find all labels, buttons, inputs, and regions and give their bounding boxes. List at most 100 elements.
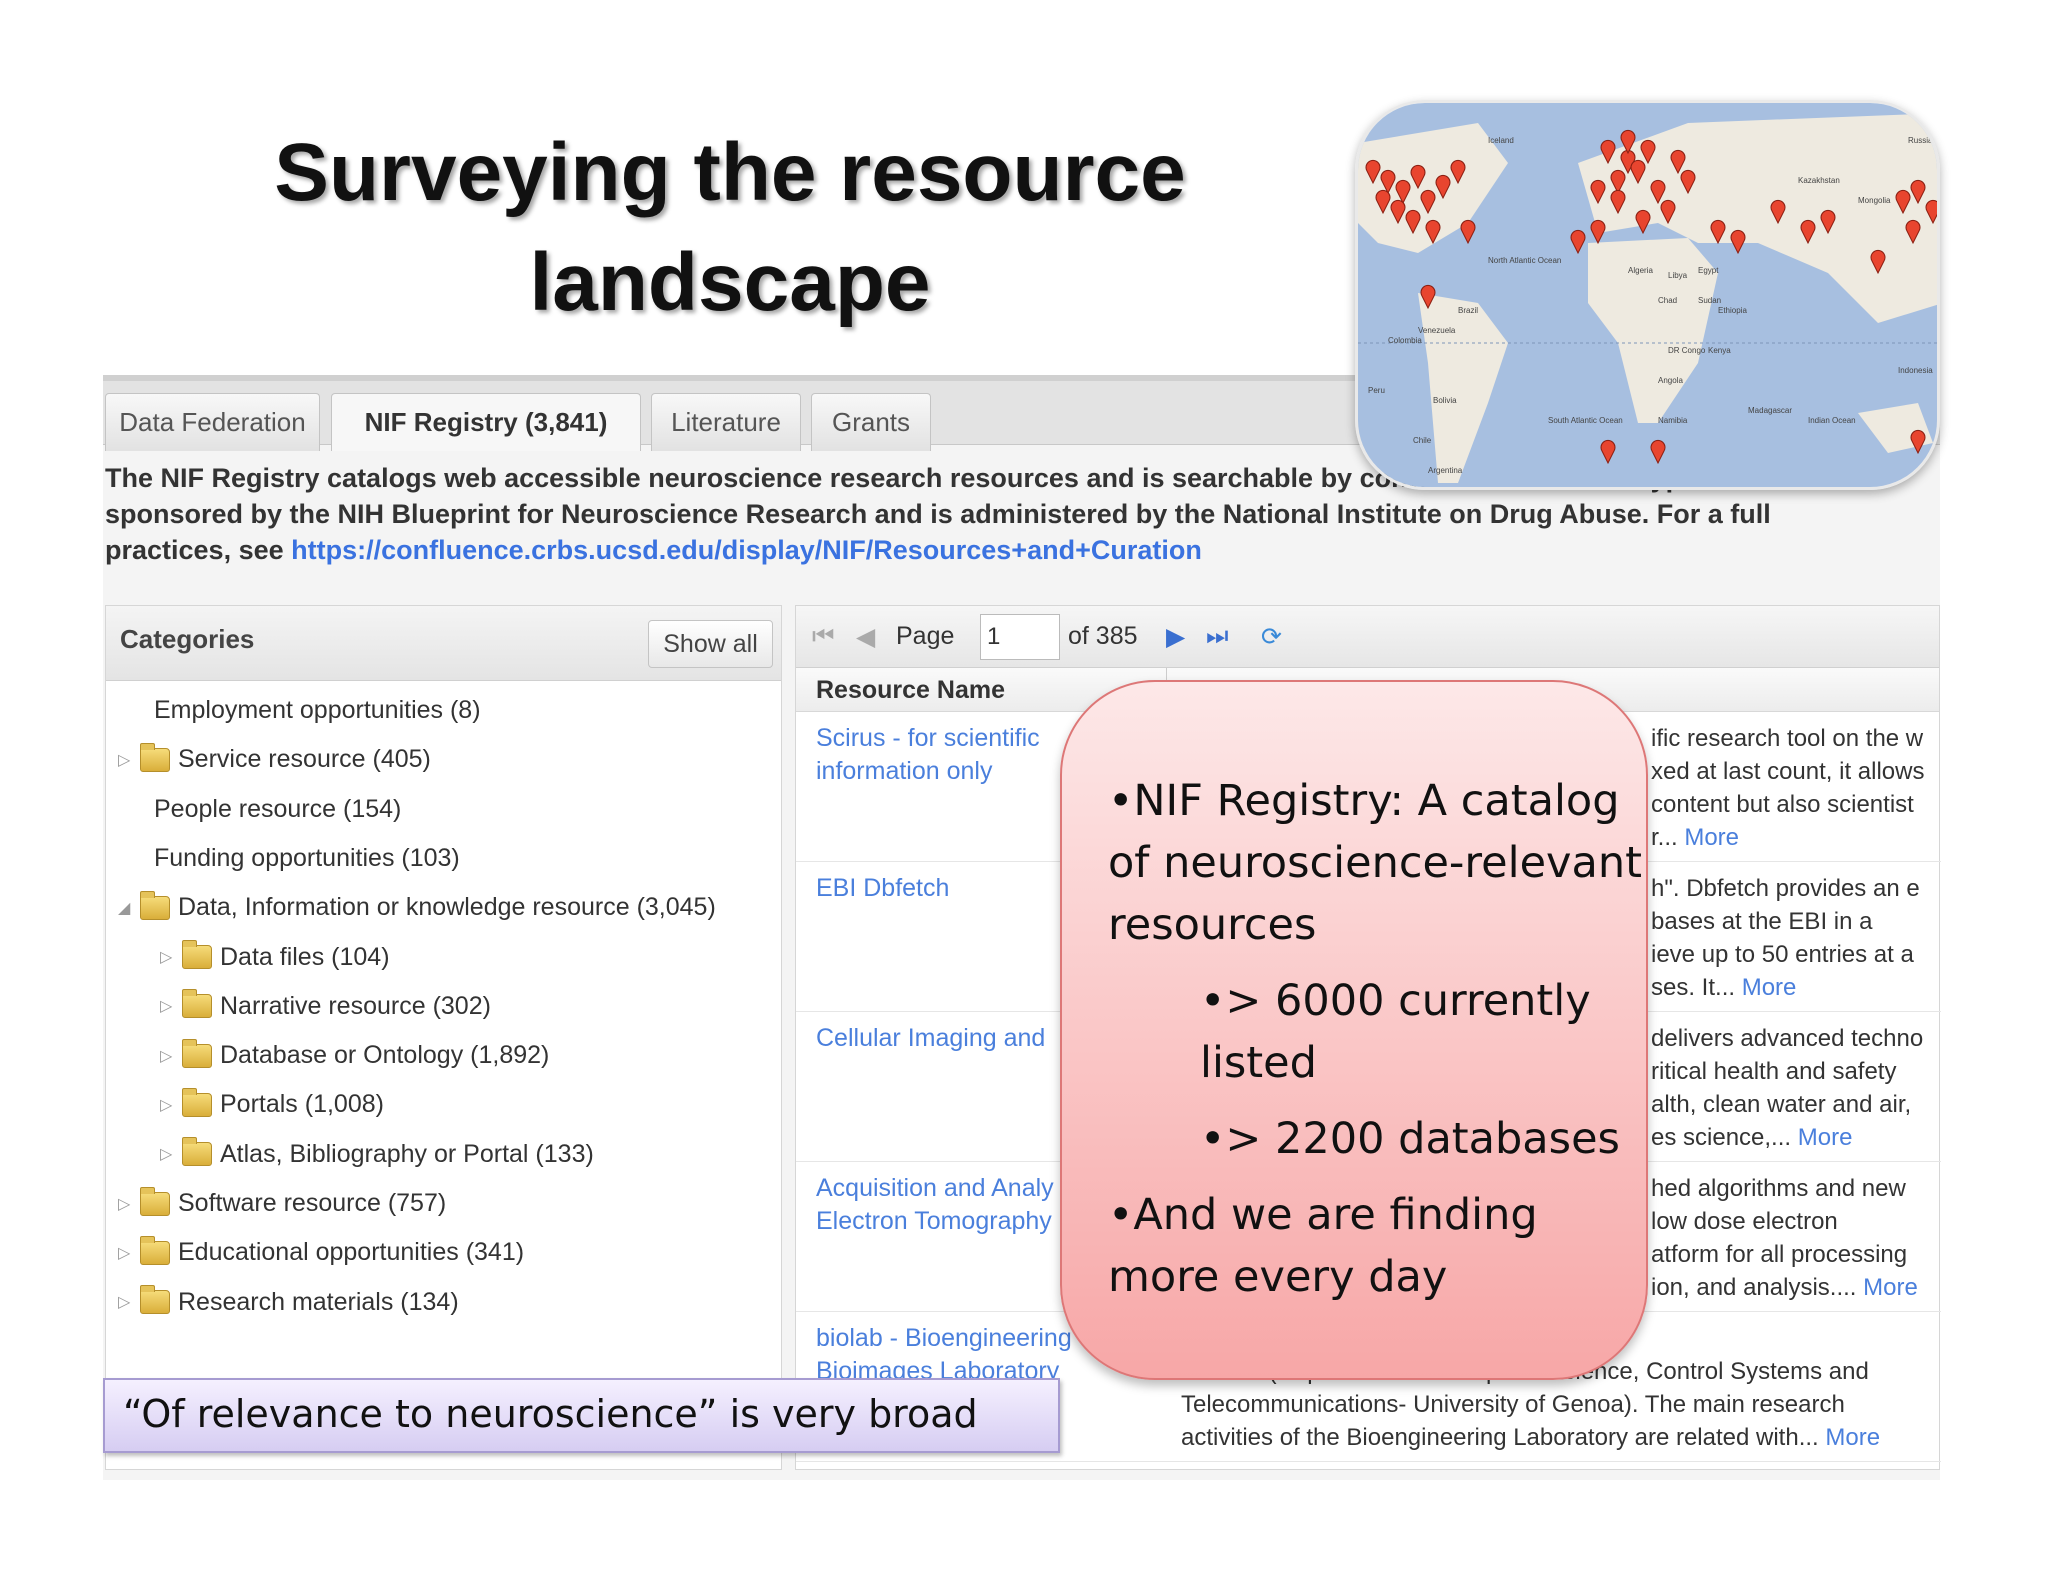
category-item[interactable]: Employment opportunities (8) <box>118 696 481 725</box>
folder-icon <box>182 940 212 969</box>
resource-location-map[interactable]: Iceland Russia Kazakhstan Mongolia North Atl… <box>1355 100 1940 490</box>
desc-line: hed algorithms and new <box>1651 1175 1906 1202</box>
desc-line: bases at the EBI in a <box>1651 908 1873 935</box>
desc-line: r... <box>1651 824 1685 851</box>
map-label: Chile <box>1413 436 1432 445</box>
expand-icon[interactable]: ▷ <box>118 750 140 770</box>
callout-subbullet: •> 6000 currently listed <box>1200 976 1591 1088</box>
desc-line: atform for all processing <box>1651 1241 1908 1268</box>
desc-line: ific research tool on the w <box>1651 725 1924 752</box>
expand-icon[interactable]: ▷ <box>160 1095 182 1115</box>
category-label: Atlas, Bibliography or Portal (133) <box>220 1139 594 1168</box>
folder-icon <box>182 989 212 1019</box>
resource-description: h". Dbfetch provides an e bases at the EB… <box>1651 872 1941 1004</box>
category-item[interactable]: ▷ Data files (104) <box>160 940 390 972</box>
category-label: Data files (104) <box>220 942 390 971</box>
tab-nif-registry[interactable]: NIF Registry (3,841) <box>331 393 641 451</box>
category-label: Narrative resource (302) <box>220 991 491 1020</box>
expand-icon[interactable]: ▷ <box>160 996 182 1016</box>
more-link[interactable]: More <box>1798 1124 1853 1151</box>
show-all-button[interactable]: Show all <box>648 620 773 668</box>
folder-icon <box>140 1285 170 1315</box>
refresh-icon[interactable]: ⟳ <box>1261 622 1282 652</box>
first-page-icon[interactable]: ⏮ <box>812 622 835 651</box>
map-label: Ethiopia <box>1718 306 1747 315</box>
page-count: of 385 <box>1068 622 1138 650</box>
more-link[interactable]: More <box>1742 974 1797 1001</box>
callout-bullet: •NIF Registry: A catalog of neuroscience… <box>1108 776 1642 950</box>
prev-page-icon[interactable]: ◀ <box>856 622 875 652</box>
category-label: Software resource (757) <box>178 1189 447 1217</box>
category-item[interactable]: ▷ Portals (1,008) <box>160 1087 384 1119</box>
map-label: Indonesia <box>1898 366 1933 375</box>
category-label: People resource (154) <box>154 794 402 823</box>
category-item[interactable]: ▷ Research materials (134) <box>118 1285 459 1317</box>
categories-header: Categories Show all <box>106 606 781 681</box>
page-label: Page <box>896 622 955 650</box>
more-link[interactable]: More <box>1684 824 1739 851</box>
expand-icon[interactable]: ▷ <box>160 947 182 967</box>
tab-data-federation[interactable]: Data Federation <box>105 393 320 451</box>
page-input[interactable]: 1 <box>980 614 1060 660</box>
pager-toolbar: ⏮ ◀ Page 1 of 385 ▶ ⏭ ⟳ <box>796 606 1939 668</box>
desc-line: ion, and analysis.... <box>1651 1274 1864 1301</box>
map-label: Egypt <box>1698 266 1719 275</box>
expand-icon[interactable]: ▷ <box>160 1144 182 1164</box>
category-label: Educational opportunities (341) <box>178 1238 525 1267</box>
map-label: Indian Ocean <box>1808 416 1856 425</box>
category-item[interactable]: Funding opportunities (103) <box>118 844 460 873</box>
folder-icon <box>140 1235 170 1265</box>
desc-line: low dose electron <box>1651 1208 1838 1235</box>
column-resource-name: Resource Name <box>816 676 1005 704</box>
more-link[interactable]: More <box>1825 1424 1880 1451</box>
category-item[interactable]: ◢ Data, Information or knowledge resource… <box>118 890 716 922</box>
relevance-banner: “Of relevance to neuroscience” is very b… <box>103 1378 1060 1453</box>
map-label: Sudan <box>1698 296 1721 305</box>
desc-line: es science,... <box>1651 1124 1798 1151</box>
map-label: DR Congo <box>1668 346 1706 355</box>
category-item[interactable]: ▷ Atlas, Bibliography or Portal (133) <box>160 1137 594 1169</box>
tab-grants[interactable]: Grants <box>811 393 931 451</box>
expand-icon[interactable]: ▷ <box>118 1292 140 1312</box>
category-label: Employment opportunities (8) <box>154 696 481 724</box>
categories-panel: Categories Show all Employment opportuni… <box>105 605 782 1470</box>
category-label: Portals (1,008) <box>220 1090 384 1119</box>
desc-line: ritical health and safety <box>1651 1058 1897 1085</box>
resource-link[interactable]: Scirus - for scientific information only <box>816 722 1076 788</box>
resource-link[interactable]: Cellular Imaging and <box>816 1022 1076 1055</box>
category-item[interactable]: ▷ Educational opportunities (341) <box>118 1235 525 1267</box>
category-item[interactable]: ▷ Service resource (405) <box>118 742 431 774</box>
desc-line: h". Dbfetch provides an e <box>1651 875 1920 902</box>
category-item[interactable]: People resource (154) <box>118 795 401 824</box>
desc-line: ses. It... <box>1651 974 1742 1001</box>
category-item[interactable]: ▷ Software resource (757) <box>118 1186 447 1218</box>
folder-icon <box>182 1137 212 1167</box>
map-label: Bolivia <box>1433 396 1457 405</box>
next-page-icon[interactable]: ▶ <box>1166 622 1185 652</box>
expand-icon[interactable]: ▷ <box>160 1046 182 1066</box>
desc-line: sponsored by the NIH Blueprint for Neuro… <box>105 499 1771 529</box>
map-label: Argentina <box>1428 466 1463 475</box>
map-label: South Atlantic Ocean <box>1548 416 1623 425</box>
world-map: Iceland Russia Kazakhstan Mongolia North Atl… <box>1358 103 1937 487</box>
desc-line: content but also scientist <box>1651 791 1914 818</box>
category-label: Data, Information or knowledge resource … <box>178 893 716 922</box>
category-item[interactable]: ▷ Narrative resource (302) <box>160 989 491 1021</box>
resource-link[interactable]: Acquisition and Analy Electron Tomograph… <box>816 1172 1076 1238</box>
map-label: Brazil <box>1458 306 1478 315</box>
category-item[interactable]: ▷ Database or Ontology (1,892) <box>160 1038 549 1070</box>
expand-icon[interactable]: ▷ <box>118 1243 140 1263</box>
folder-icon <box>182 1038 212 1068</box>
callout-bullet: •And we are finding more every day <box>1108 1190 1538 1302</box>
more-link[interactable]: More <box>1863 1274 1918 1301</box>
map-label: Venezuela <box>1418 326 1456 335</box>
slide-title: Surveying the resource landscape <box>230 118 1230 338</box>
expand-icon[interactable]: ▷ <box>118 1194 140 1214</box>
resource-link[interactable]: EBI Dbfetch <box>816 872 1076 905</box>
curation-link[interactable]: https://confluence.crbs.ucsd.edu/display… <box>291 535 1202 565</box>
expand-icon[interactable]: ◢ <box>118 898 140 918</box>
last-page-icon[interactable]: ⏭ <box>1206 622 1229 651</box>
tab-literature[interactable]: Literature <box>651 393 801 451</box>
desc-line: ieve up to 50 entries at a <box>1651 941 1914 968</box>
title-line: Surveying the resource <box>274 127 1186 218</box>
